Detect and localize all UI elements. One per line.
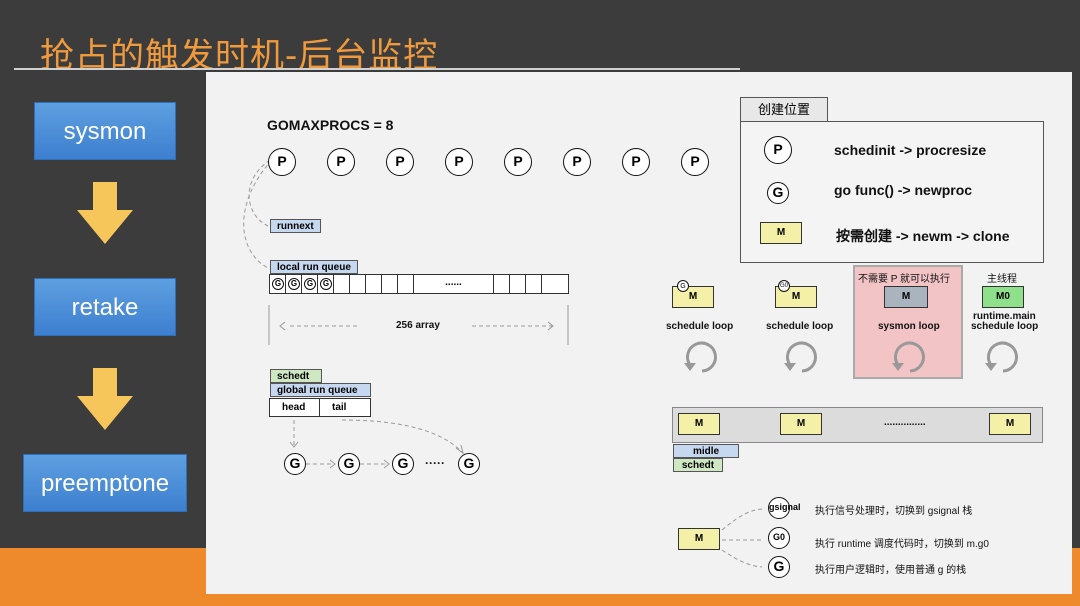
loop-icon bbox=[684, 341, 717, 373]
loop-label: schedule loop bbox=[971, 321, 1039, 332]
m-chain-strip bbox=[672, 407, 1043, 443]
stack-note: 执行用户逻辑时，使用普通 g 的栈 bbox=[815, 565, 967, 576]
legend-text-m: 按需创建 -> newm -> clone bbox=[836, 228, 1010, 244]
loop-label: schedule loop bbox=[766, 321, 834, 332]
g-circle: G bbox=[320, 278, 332, 290]
gomaxprocs-label: GOMAXPROCS = 8 bbox=[267, 117, 394, 133]
queue-ellipsis: ...... bbox=[414, 275, 494, 293]
loop-icon bbox=[784, 341, 817, 373]
global-run-queue-label: global run queue bbox=[270, 383, 371, 397]
p-circle: P bbox=[504, 148, 532, 176]
g-circle: G bbox=[767, 182, 789, 204]
p-circle: P bbox=[327, 148, 355, 176]
g0-badge: G0 bbox=[778, 280, 790, 292]
g-circle: G bbox=[288, 278, 300, 290]
p-circle: P bbox=[386, 148, 414, 176]
p-circle: P bbox=[764, 136, 792, 164]
g-badge: G bbox=[677, 280, 689, 292]
head-tail-box: head tail bbox=[269, 398, 371, 417]
stack-note: 执行 runtime 调度代码时，切换到 m.g0 bbox=[815, 539, 989, 550]
sysmon-header: 不需要 P 就可以执行 bbox=[858, 274, 951, 285]
stack-note: 执行信号处理时，切换到 gsignal 栈 bbox=[815, 506, 973, 517]
m-box: M bbox=[678, 413, 720, 435]
g-circle: G bbox=[392, 453, 414, 475]
main-thread-header: 主线程 bbox=[987, 274, 1017, 285]
legend-text-p: schedinit -> procresize bbox=[834, 142, 987, 158]
m-box: M bbox=[678, 528, 720, 550]
chain-ellipsis: ····· bbox=[425, 456, 445, 470]
p-circle: P bbox=[445, 148, 473, 176]
m-chain-dots: ............... bbox=[884, 417, 926, 428]
tail-cell: tail bbox=[332, 402, 347, 413]
p-circle: P bbox=[563, 148, 591, 176]
local-run-queue-label: local run queue bbox=[270, 260, 358, 274]
m0-box: M0 bbox=[982, 286, 1024, 308]
m-box: M bbox=[780, 413, 822, 435]
runnext-label: runnext bbox=[270, 219, 321, 233]
p-circle: P bbox=[681, 148, 709, 176]
g-circle: G bbox=[768, 556, 790, 578]
g-circle: G bbox=[304, 278, 316, 290]
array-size-label: 256 array bbox=[396, 320, 440, 331]
g-circle: G bbox=[458, 453, 480, 475]
loop-label: sysmon loop bbox=[878, 321, 940, 332]
loop-icon bbox=[892, 341, 925, 373]
g0-circle: G0 bbox=[768, 527, 790, 549]
g-circle: G bbox=[272, 278, 284, 290]
m-box: M bbox=[760, 222, 802, 244]
head-cell: head bbox=[270, 399, 320, 416]
legend-tab: 创建位置 bbox=[740, 97, 828, 121]
p-circle: P bbox=[622, 148, 650, 176]
local-run-queue-array: G G G G ...... bbox=[269, 274, 569, 294]
schedt-label: schedt bbox=[673, 458, 723, 472]
m-box: M bbox=[884, 286, 928, 308]
loop-icon bbox=[985, 341, 1018, 373]
g-circle: G bbox=[338, 453, 360, 475]
schedt-label: schedt bbox=[270, 369, 322, 383]
p-circle: P bbox=[268, 148, 296, 176]
legend-text-g: go func() -> newproc bbox=[834, 182, 973, 198]
loop-label: schedule loop bbox=[666, 321, 734, 332]
gsignal-circle: gsignal bbox=[768, 497, 801, 519]
m-box: M bbox=[989, 413, 1031, 435]
g-circle: G bbox=[284, 453, 306, 475]
midle-label: midle bbox=[673, 444, 739, 458]
